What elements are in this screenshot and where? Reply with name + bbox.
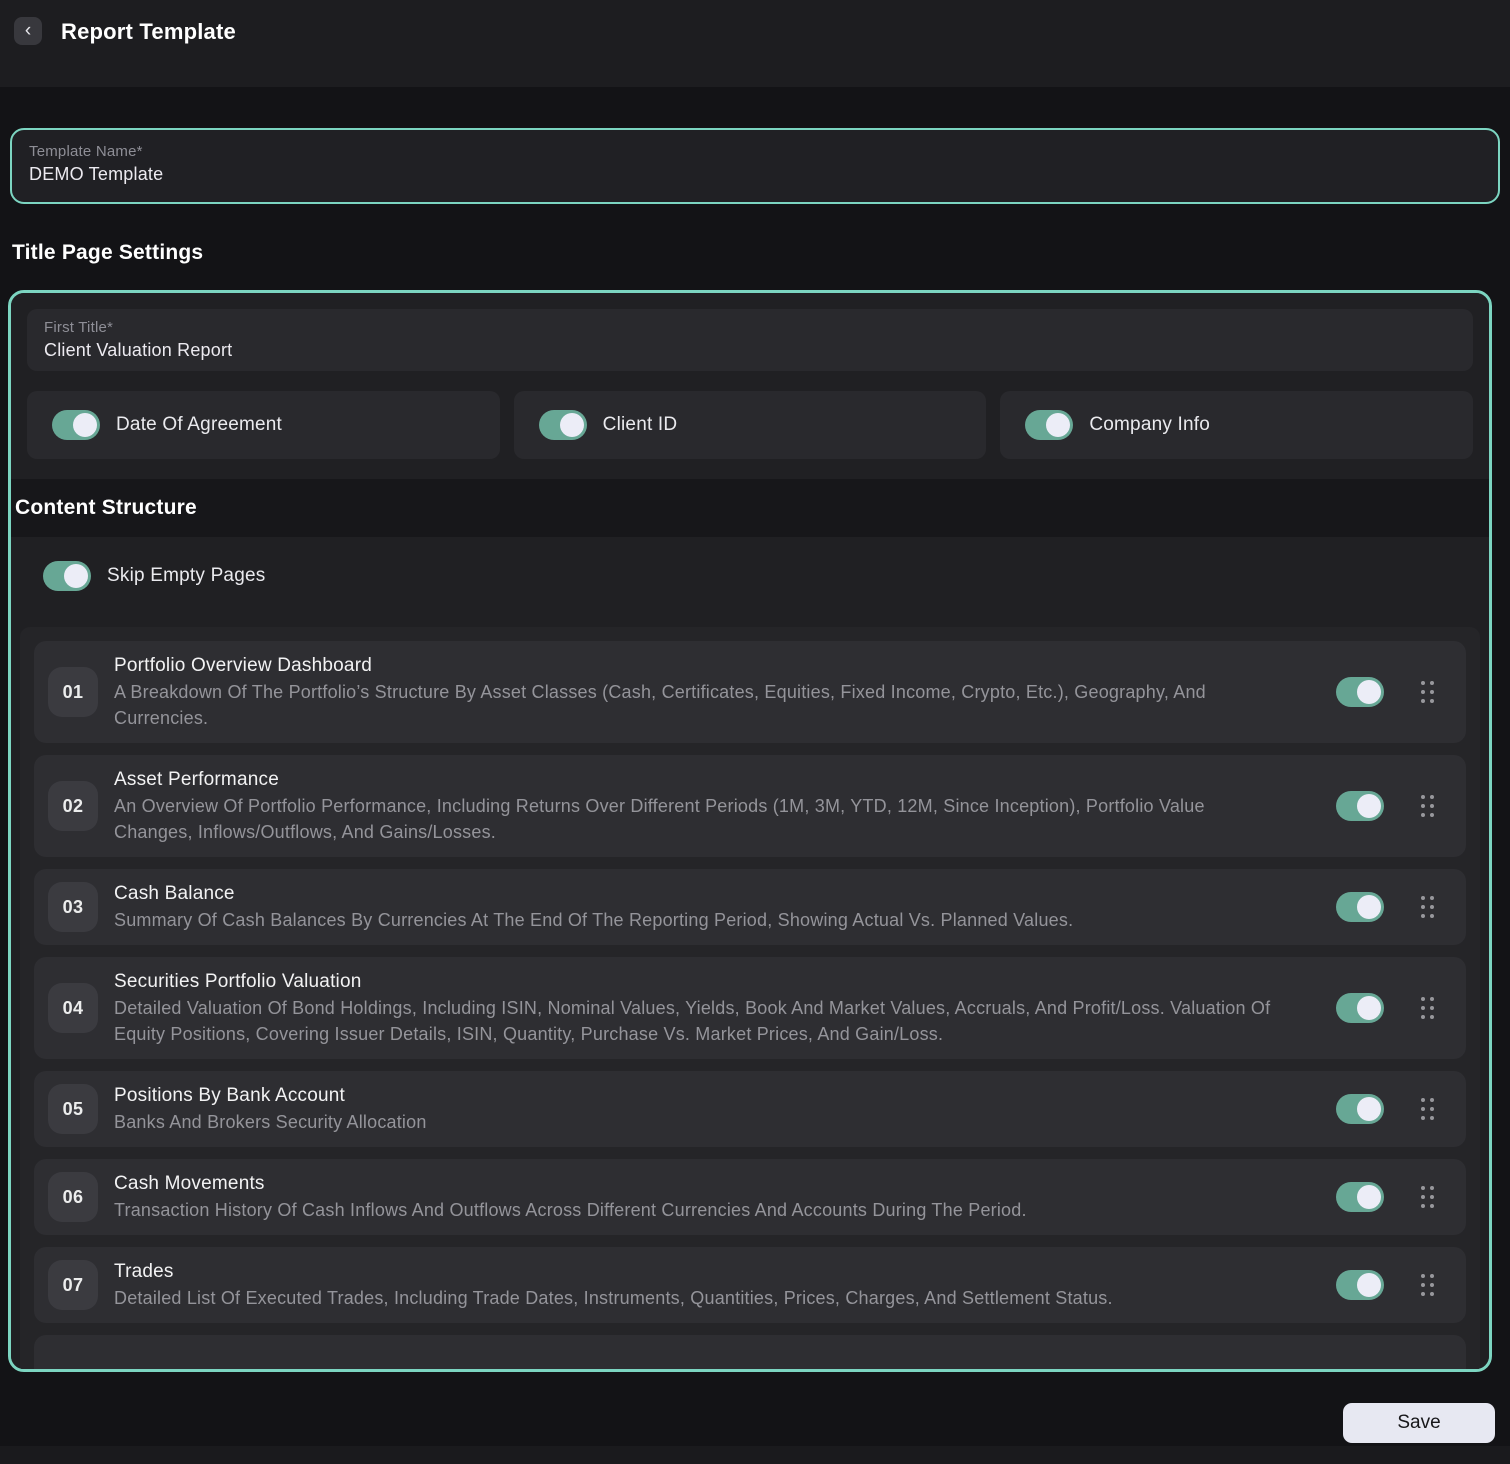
item-title: Cash Movements bbox=[114, 1171, 1027, 1197]
item-text: Positions By Bank Account Banks And Brok… bbox=[114, 1083, 427, 1135]
template-name-field[interactable]: Template Name* DEMO Template bbox=[10, 128, 1500, 204]
item-title: Portfolio Overview Dashboard bbox=[114, 653, 1286, 679]
bottom-band bbox=[0, 1446, 1510, 1464]
item-title: Securities Portfolio Valuation bbox=[114, 969, 1286, 995]
item-text: Portfolio Overview Dashboard A Breakdown… bbox=[114, 653, 1286, 731]
item-text: Cash Movements Transaction History Of Ca… bbox=[114, 1171, 1027, 1223]
item-number-badge: 03 bbox=[48, 882, 98, 932]
item-toggle[interactable] bbox=[1336, 1182, 1384, 1212]
list-item-partial bbox=[34, 1335, 1466, 1372]
company-info-label: Company Info bbox=[1089, 414, 1210, 436]
page-title: Report Template bbox=[61, 19, 236, 45]
title-page-settings-section: First Title* Client Valuation Report Dat… bbox=[11, 293, 1489, 479]
template-name-value: DEMO Template bbox=[29, 164, 1481, 185]
item-toggle[interactable] bbox=[1336, 791, 1384, 821]
content-structure-list: 01 Portfolio Overview Dashboard A Breakd… bbox=[20, 627, 1480, 1372]
item-text: Securities Portfolio Valuation Detailed … bbox=[114, 969, 1286, 1047]
title-page-settings-panel: First Title* Client Valuation Report Dat… bbox=[8, 290, 1492, 1372]
item-number-badge: 05 bbox=[48, 1084, 98, 1134]
drag-handle-icon[interactable] bbox=[1417, 677, 1438, 707]
item-title: Asset Performance bbox=[114, 767, 1286, 793]
list-item: 07 Trades Detailed List Of Executed Trad… bbox=[34, 1247, 1466, 1323]
item-text: Trades Detailed List Of Executed Trades,… bbox=[114, 1259, 1113, 1311]
save-button[interactable]: Save bbox=[1343, 1403, 1495, 1443]
company-info-toggle[interactable] bbox=[1025, 410, 1073, 440]
item-description: An Overview Of Portfolio Performance, In… bbox=[114, 793, 1286, 845]
item-toggle[interactable] bbox=[1336, 677, 1384, 707]
item-number-badge: 02 bbox=[48, 781, 98, 831]
list-item: 01 Portfolio Overview Dashboard A Breakd… bbox=[34, 641, 1466, 743]
item-title: Positions By Bank Account bbox=[114, 1083, 427, 1109]
item-title: Cash Balance bbox=[114, 881, 1073, 907]
skip-empty-pages-toggle[interactable] bbox=[43, 561, 91, 591]
list-item: 06 Cash Movements Transaction History Of… bbox=[34, 1159, 1466, 1235]
item-toggle[interactable] bbox=[1336, 892, 1384, 922]
item-number-badge: 07 bbox=[48, 1260, 98, 1310]
content-structure-section: Skip Empty Pages 01 Portfolio Overview D… bbox=[11, 537, 1489, 1372]
drag-handle-icon[interactable] bbox=[1417, 892, 1438, 922]
item-toggle[interactable] bbox=[1336, 993, 1384, 1023]
item-toggle[interactable] bbox=[1336, 1094, 1384, 1124]
client-id-card[interactable]: Client ID bbox=[514, 391, 987, 459]
content-structure-heading: Content Structure bbox=[15, 496, 197, 520]
drag-handle-icon[interactable] bbox=[1417, 993, 1438, 1023]
item-number-badge: 01 bbox=[48, 667, 98, 717]
drag-handle-icon[interactable] bbox=[1417, 791, 1438, 821]
first-title-field[interactable]: First Title* Client Valuation Report bbox=[27, 309, 1473, 371]
title-page-settings-heading: Title Page Settings bbox=[12, 241, 1510, 265]
first-title-label: First Title* bbox=[44, 319, 1456, 336]
app-header: ‹ Report Template bbox=[0, 0, 1510, 87]
item-description: Transaction History Of Cash Inflows And … bbox=[114, 1197, 1027, 1223]
client-id-toggle[interactable] bbox=[539, 410, 587, 440]
item-number-badge: 06 bbox=[48, 1172, 98, 1222]
list-item: 05 Positions By Bank Account Banks And B… bbox=[34, 1071, 1466, 1147]
date-of-agreement-card[interactable]: Date Of Agreement bbox=[27, 391, 500, 459]
drag-handle-icon[interactable] bbox=[1417, 1270, 1438, 1300]
back-button[interactable]: ‹ bbox=[14, 17, 42, 45]
content-structure-band: Content Structure bbox=[11, 479, 1489, 537]
title-page-toggle-row: Date Of Agreement Client ID Company Info bbox=[27, 391, 1473, 459]
item-text: Cash Balance Summary Of Cash Balances By… bbox=[114, 881, 1073, 933]
item-text: Asset Performance An Overview Of Portfol… bbox=[114, 767, 1286, 845]
date-of-agreement-toggle[interactable] bbox=[52, 410, 100, 440]
skip-empty-pages-label: Skip Empty Pages bbox=[107, 565, 265, 587]
chevron-left-icon: ‹ bbox=[25, 21, 31, 40]
item-description: Banks And Brokers Security Allocation bbox=[114, 1109, 427, 1135]
first-title-value: Client Valuation Report bbox=[44, 340, 1456, 361]
item-description: Summary Of Cash Balances By Currencies A… bbox=[114, 907, 1073, 933]
date-of-agreement-label: Date Of Agreement bbox=[116, 414, 282, 436]
item-title: Trades bbox=[114, 1259, 1113, 1285]
list-item: 04 Securities Portfolio Valuation Detail… bbox=[34, 957, 1466, 1059]
company-info-card[interactable]: Company Info bbox=[1000, 391, 1473, 459]
item-number-badge: 04 bbox=[48, 983, 98, 1033]
list-item: 03 Cash Balance Summary Of Cash Balances… bbox=[34, 869, 1466, 945]
item-description: Detailed Valuation Of Bond Holdings, Inc… bbox=[114, 995, 1286, 1047]
client-id-label: Client ID bbox=[603, 414, 678, 436]
drag-handle-icon[interactable] bbox=[1417, 1182, 1438, 1212]
skip-empty-pages-row: Skip Empty Pages bbox=[20, 561, 1480, 591]
item-description: A Breakdown Of The Portfolio’s Structure… bbox=[114, 679, 1286, 731]
item-toggle[interactable] bbox=[1336, 1270, 1384, 1300]
template-name-label: Template Name* bbox=[29, 143, 1481, 160]
list-item: 02 Asset Performance An Overview Of Port… bbox=[34, 755, 1466, 857]
drag-handle-icon[interactable] bbox=[1417, 1094, 1438, 1124]
item-description: Detailed List Of Executed Trades, Includ… bbox=[114, 1285, 1113, 1311]
